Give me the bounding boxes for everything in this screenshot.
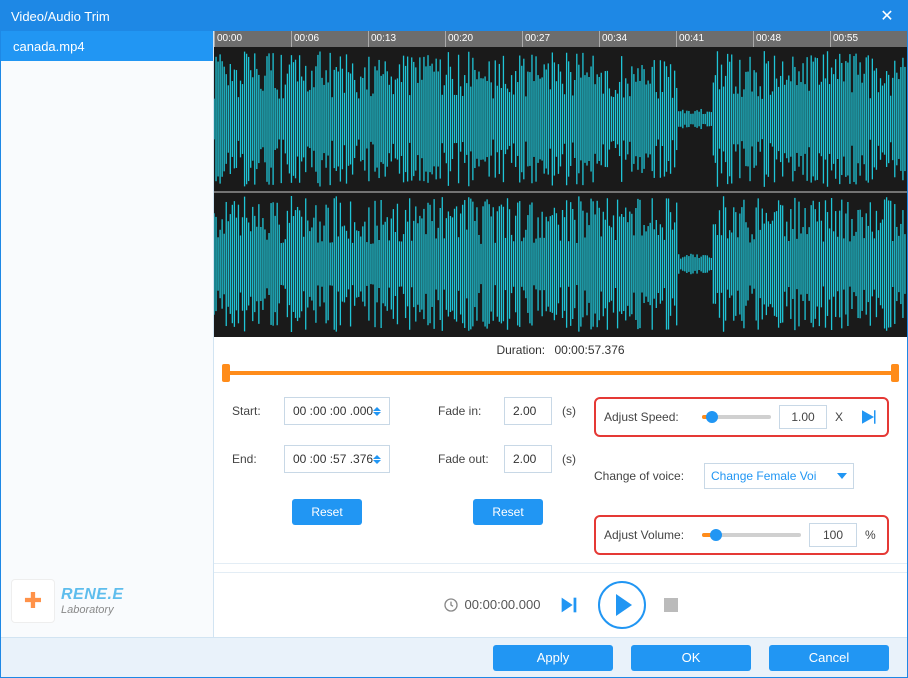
adjust-volume-box: Adjust Volume: 100 %: [594, 515, 889, 555]
voice-dropdown[interactable]: Change Female Voi: [704, 463, 854, 489]
chevron-down-icon: [837, 473, 847, 479]
timeline-ruler[interactable]: 00:00 00:06 00:13 00:20 00:27 00:34 00:4…: [214, 31, 907, 47]
logo-icon: [11, 579, 55, 623]
play-button[interactable]: [598, 581, 646, 629]
trim-track[interactable]: [226, 371, 895, 375]
logo-line2: Laboratory: [61, 604, 124, 616]
speed-value[interactable]: 1.00: [779, 405, 827, 429]
end-time-input[interactable]: 00 :00 :57 .376: [284, 445, 390, 473]
ruler-tick: 00:27: [522, 31, 599, 47]
sidebar-file-item[interactable]: canada.mp4: [1, 31, 213, 61]
voice-row: Change of voice: Change Female Voi: [594, 457, 889, 495]
duration-row: Duration: 00:00:57.376: [214, 337, 907, 361]
content-body: canada.mp4 RENE.E Laboratory 00:00 00:06…: [1, 31, 907, 637]
adjust-column: Adjust Speed: 1.00 X Change of voice:: [594, 397, 889, 555]
close-icon[interactable]: ✕: [877, 6, 897, 26]
volume-slider-knob[interactable]: [710, 529, 722, 541]
speed-slider[interactable]: [702, 415, 771, 419]
fadein-input[interactable]: 2.00: [504, 397, 552, 425]
ruler-tick: 00:48: [753, 31, 830, 47]
stop-button[interactable]: [664, 598, 678, 612]
ruler-tick: 00:41: [676, 31, 753, 47]
speed-unit: X: [835, 410, 849, 424]
sidebar: canada.mp4 RENE.E Laboratory: [1, 31, 214, 637]
end-row: End: 00 :00 :57 .376: [232, 445, 422, 473]
fadein-unit: (s): [562, 404, 576, 418]
speed-label: Adjust Speed:: [604, 410, 694, 424]
separator: [214, 563, 907, 564]
volume-value[interactable]: 100: [809, 523, 857, 547]
title-text: Video/Audio Trim: [11, 9, 877, 24]
controls-panel: Start: 00 :00 :00 .000 End: 00 :00 :57 .…: [214, 385, 907, 559]
fadein-label: Fade in:: [438, 404, 494, 418]
play-icon: [616, 594, 632, 616]
playback-time-display: 00:00:00.000: [443, 597, 541, 613]
playback-time: 00:00:00.000: [465, 597, 541, 612]
clock-icon: [443, 597, 459, 613]
footer-bar: Apply OK Cancel: [1, 637, 907, 677]
apply-button[interactable]: Apply: [493, 645, 613, 671]
start-row: Start: 00 :00 :00 .000: [232, 397, 422, 425]
ruler-tick: 00:06: [291, 31, 368, 47]
logo-text: RENE.E Laboratory: [61, 586, 124, 616]
voice-label: Change of voice:: [594, 469, 694, 483]
end-spinner[interactable]: [373, 455, 385, 464]
startend-column: Start: 00 :00 :00 .000 End: 00 :00 :57 .…: [232, 397, 422, 555]
fadeout-label: Fade out:: [438, 452, 494, 466]
speed-slider-knob[interactable]: [706, 411, 718, 423]
fadeout-input[interactable]: 2.00: [504, 445, 552, 473]
sidebar-spacer: [1, 61, 213, 571]
main-panel: 00:00 00:06 00:13 00:20 00:27 00:34 00:4…: [214, 31, 907, 637]
app-window: { "titlebar": { "title": "Video/Audio Tr…: [0, 0, 908, 678]
ruler-tick: 00:20: [445, 31, 522, 47]
ok-button[interactable]: OK: [631, 645, 751, 671]
start-spinner[interactable]: [373, 407, 385, 416]
playback-controls: 00:00:00.000: [214, 572, 907, 636]
duration-label: Duration:: [496, 343, 545, 357]
ruler-tick: 00:34: [599, 31, 676, 47]
cancel-button[interactable]: Cancel: [769, 645, 889, 671]
fadein-row: Fade in: 2.00 (s): [438, 397, 578, 425]
speed-preview-play-icon[interactable]: [857, 406, 879, 428]
brand-logo: RENE.E Laboratory: [1, 571, 213, 637]
logo-line1: RENE.E: [61, 586, 124, 604]
duration-value: 00:00:57.376: [554, 343, 624, 357]
trim-handle-left[interactable]: [222, 364, 230, 382]
ruler-tick: 00:55: [830, 31, 907, 47]
volume-label: Adjust Volume:: [604, 528, 694, 542]
start-time-input[interactable]: 00 :00 :00 .000: [284, 397, 390, 425]
skip-end-icon[interactable]: [558, 594, 580, 616]
title-bar: Video/Audio Trim ✕: [1, 1, 907, 31]
ruler-tick: 00:00: [214, 31, 291, 47]
fadeout-unit: (s): [562, 452, 576, 466]
waveform-display[interactable]: [214, 47, 907, 337]
adjust-speed-box: Adjust Speed: 1.00 X: [594, 397, 889, 437]
waveform-svg: [214, 47, 907, 337]
start-label: Start:: [232, 404, 274, 418]
fadeout-row: Fade out: 2.00 (s): [438, 445, 578, 473]
volume-unit: %: [865, 528, 879, 542]
end-label: End:: [232, 452, 274, 466]
trim-handle-right[interactable]: [891, 364, 899, 382]
ruler-tick: 00:13: [368, 31, 445, 47]
volume-slider[interactable]: [702, 533, 801, 537]
reset-startend-button[interactable]: Reset: [292, 499, 362, 525]
trim-bar: [214, 361, 907, 385]
reset-fade-button[interactable]: Reset: [473, 499, 543, 525]
fade-column: Fade in: 2.00 (s) Fade out: 2.00 (s): [438, 397, 578, 555]
